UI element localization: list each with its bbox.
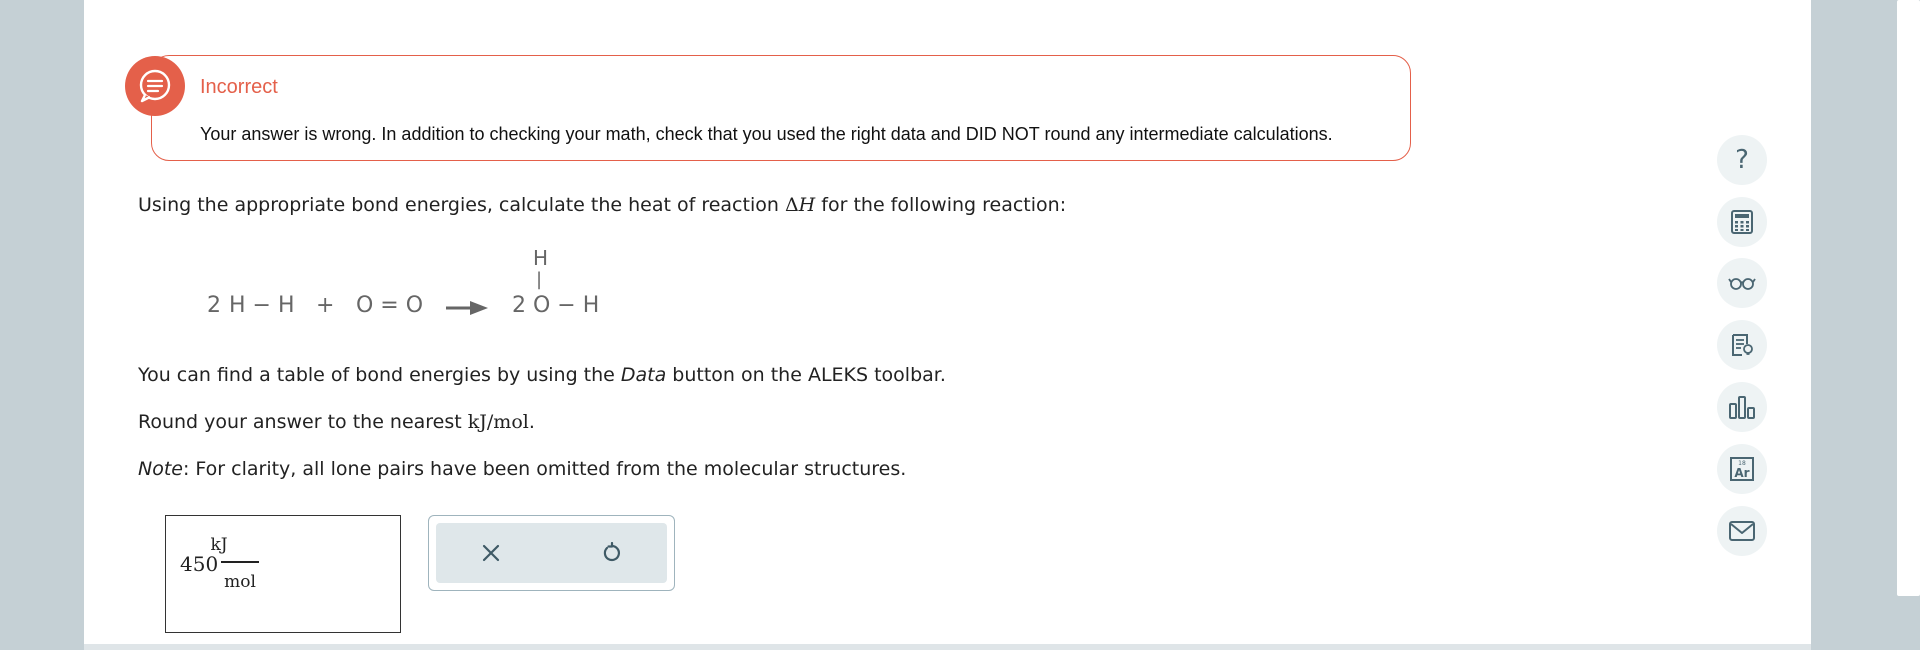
question-intro-text: Using the appropriate bond energies, cal…: [138, 194, 785, 216]
calculator-icon: [1731, 210, 1753, 234]
reaction-arrow-icon: [446, 301, 488, 315]
feedback-badge: [125, 56, 185, 116]
undo-icon: [603, 542, 620, 562]
envelope-icon: [1729, 521, 1755, 541]
rounding-instruction: Round your answer to the nearest kJ/mol.: [138, 411, 535, 433]
help-button[interactable]: ?: [1717, 135, 1767, 185]
answer-action-bar: [436, 523, 667, 583]
reactant2-molecule: O = O: [356, 293, 424, 318]
data-button[interactable]: [1717, 382, 1767, 432]
note-label: Note: [138, 458, 183, 480]
scrollbar-thumb[interactable]: [1897, 0, 1920, 596]
product-top-atom: H: [533, 246, 549, 270]
feedback-title: Incorrect: [200, 76, 278, 98]
answer-value: 450: [180, 552, 219, 576]
close-icon: [482, 544, 500, 562]
note-text: : For clarity, all lone pairs have been …: [182, 458, 907, 480]
delta-symbol: Δ: [784, 194, 799, 216]
calculator-button[interactable]: [1717, 197, 1767, 247]
document-lightbulb-icon: [1732, 334, 1753, 356]
help-icon: ?: [1735, 145, 1749, 175]
data-instruction-text: You can find a table of bond energies by…: [138, 364, 621, 386]
textbook-button[interactable]: [1717, 320, 1767, 370]
plus-sign: +: [316, 293, 335, 318]
periodic-table-button[interactable]: 18 Ar: [1717, 444, 1767, 494]
clear-button[interactable]: [436, 523, 546, 583]
chat-bubble-icon: [139, 69, 171, 103]
accessibility-button[interactable]: [1717, 258, 1767, 308]
answer-action-panel: [428, 515, 675, 591]
data-word: Data: [620, 364, 667, 386]
element-symbol: Ar: [1734, 466, 1749, 480]
bottom-strip: [84, 644, 1811, 650]
bar-chart-icon: [1729, 396, 1755, 419]
rounding-text: Round your answer to the nearest: [138, 411, 468, 433]
data-instruction-end: button on the ALEKS toolbar.: [666, 364, 946, 386]
product-vertical-bond: |: [536, 269, 543, 290]
glasses-icon: [1728, 278, 1756, 290]
note-line: Note: For clarity, all lone pairs have b…: [138, 458, 906, 480]
rounding-end: .: [528, 411, 535, 433]
data-instruction: You can find a table of bond energies by…: [138, 364, 946, 386]
feedback-message: Your answer is wrong. In addition to che…: [200, 124, 1333, 144]
undo-button[interactable]: [557, 523, 667, 583]
periodic-element-icon: 18 Ar: [1730, 457, 1754, 481]
product-coefficient: 2: [512, 293, 526, 318]
question-intro: Using the appropriate bond energies, cal…: [138, 194, 1066, 216]
reactant1-molecule: H − H: [229, 293, 295, 318]
rounding-unit: kJ/mol: [467, 411, 529, 433]
fraction-bar: [221, 561, 259, 563]
answer-input[interactable]: 450 kJ mol: [165, 515, 401, 633]
message-button[interactable]: [1717, 506, 1767, 556]
answer-unit-denominator: mol: [224, 572, 256, 592]
product-molecule: O − H: [533, 293, 600, 318]
enthalpy-symbol: H: [798, 194, 816, 216]
reactant1-coefficient: 2: [207, 293, 221, 318]
question-intro-end: for the following reaction:: [815, 194, 1067, 216]
answer-unit-numerator: kJ: [210, 535, 228, 555]
feedback-box: [151, 55, 1411, 161]
